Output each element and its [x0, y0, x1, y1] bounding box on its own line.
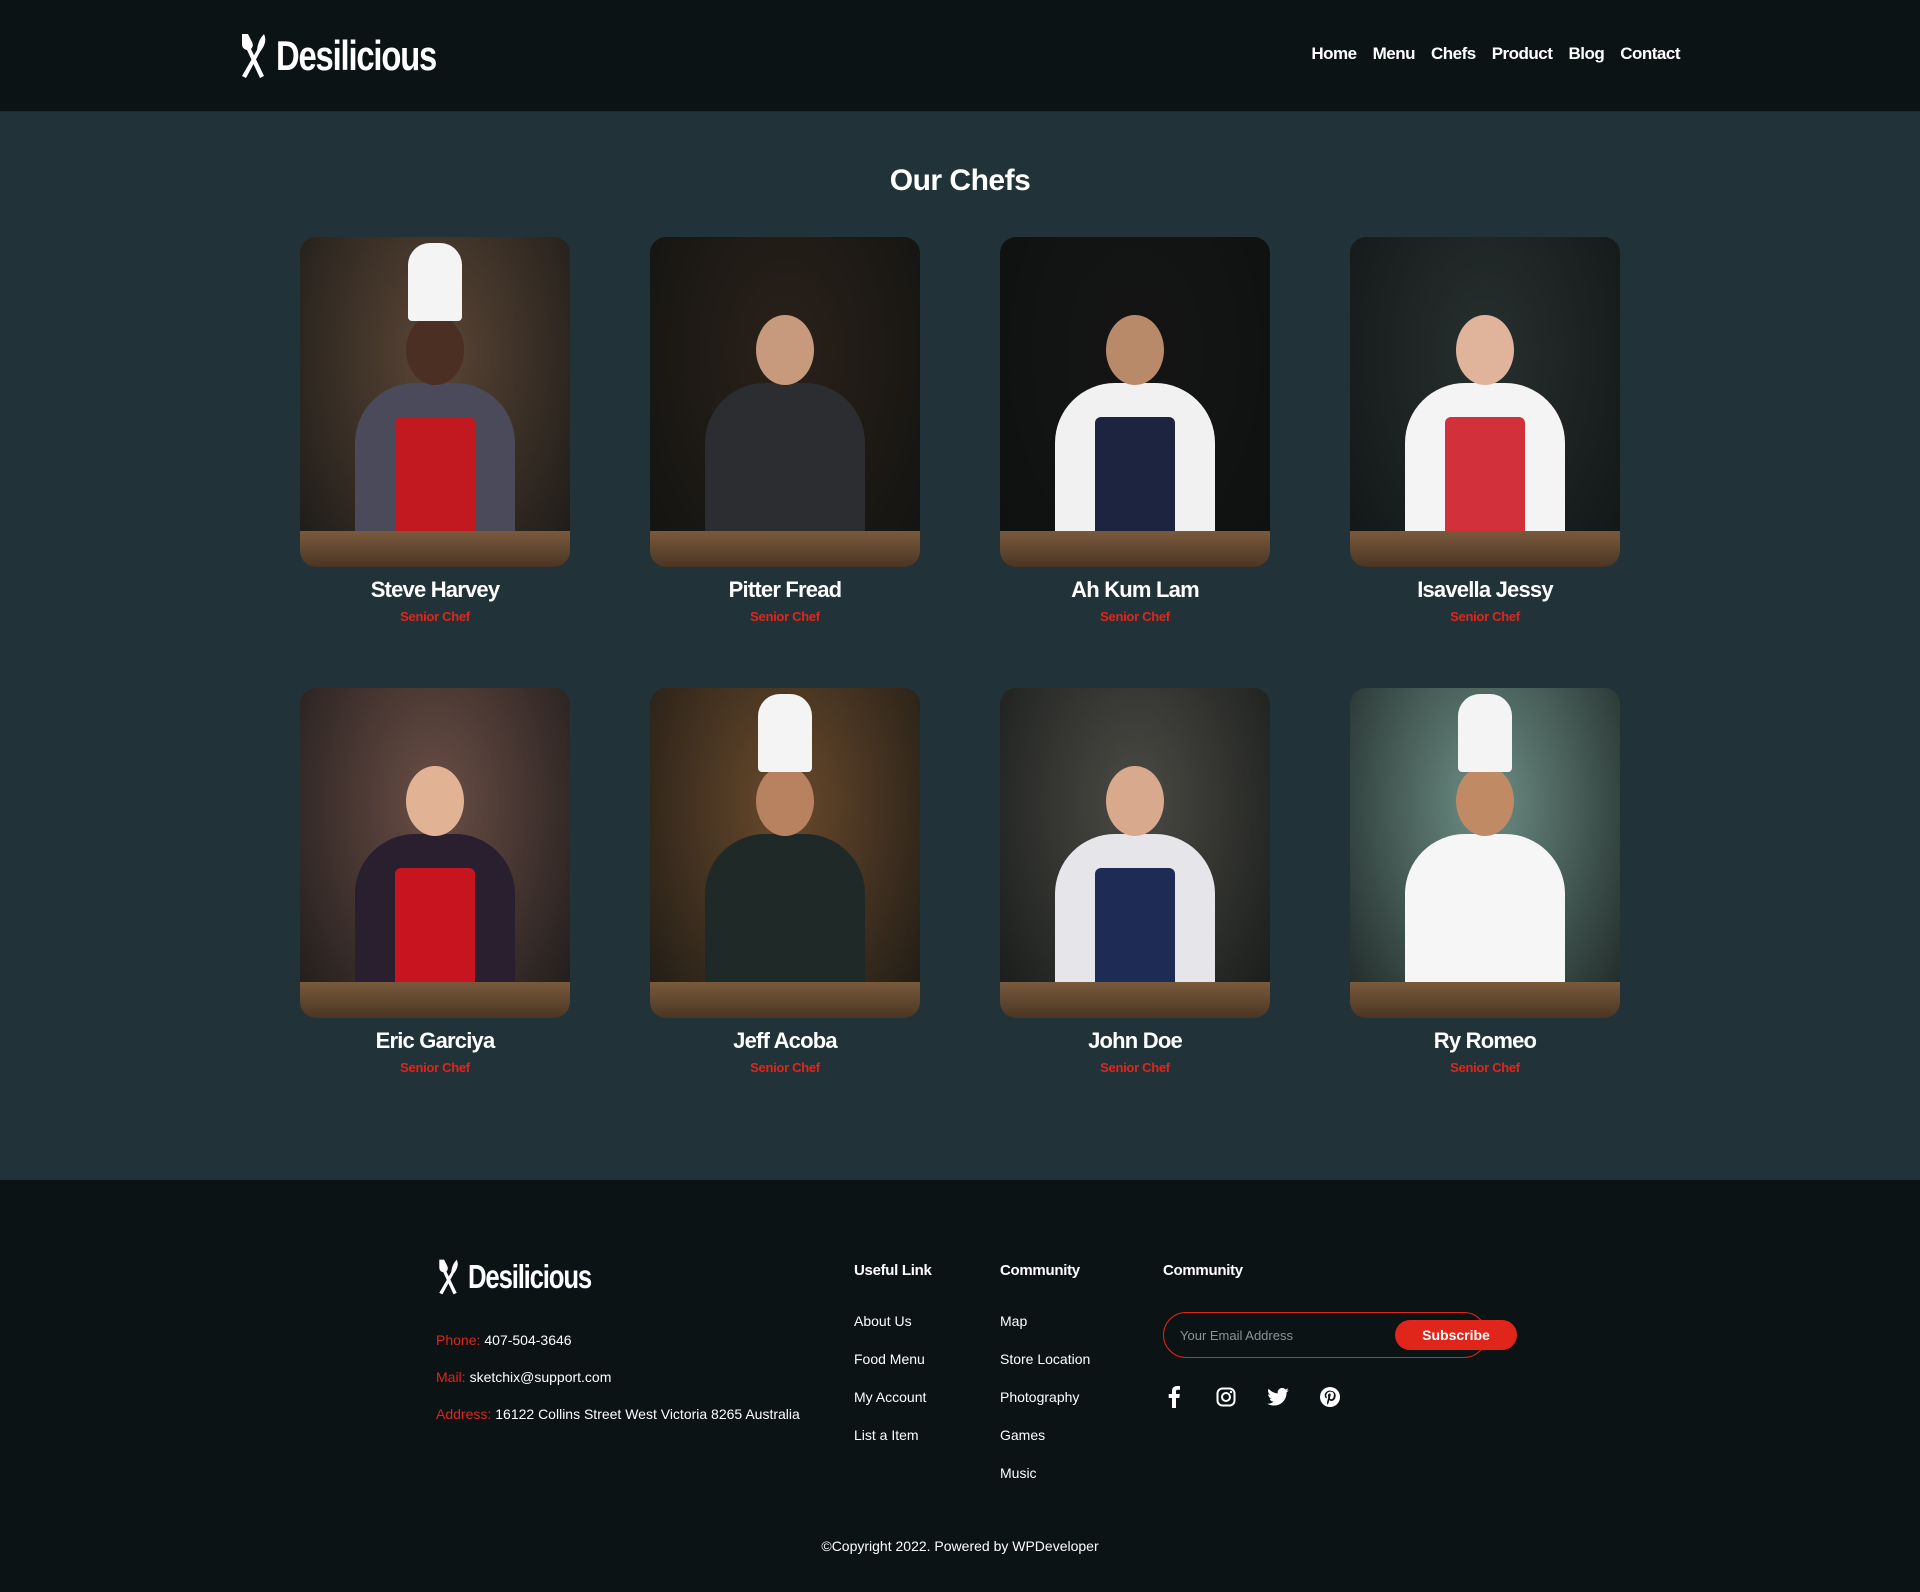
site-footer: Desilicious Phone: 407-504-3646 Mail: sket…: [0, 1180, 1920, 1592]
header-logo[interactable]: Desilicious: [238, 32, 481, 80]
chef-name: Ry Romeo: [1433, 1028, 1537, 1053]
brand-name: Desilicious: [276, 32, 437, 79]
social-links: [1163, 1386, 1341, 1408]
subscribe-button[interactable]: Subscribe: [1395, 1320, 1517, 1350]
fork-knife-icon: [242, 34, 266, 78]
community-links: Community Map Store Location Photography…: [1000, 1262, 1090, 1503]
chef-role: Senior Chef: [750, 1060, 820, 1075]
useful-links: Useful Link About Us Food Menu My Accoun…: [854, 1262, 932, 1465]
link-store-location[interactable]: Store Location: [1000, 1351, 1090, 1367]
section-title: Our Chefs: [889, 164, 1031, 197]
link-music[interactable]: Music: [1000, 1465, 1037, 1481]
chef-name: Pitter Fread: [728, 577, 842, 602]
nav-chefs[interactable]: Chefs: [1431, 44, 1476, 64]
contact-mail: Mail: sketchix@support.com: [436, 1369, 800, 1385]
footer-brand-name: Desilicious: [468, 1258, 592, 1295]
chef-role: Senior Chef: [1450, 1060, 1520, 1075]
chef-photo: [1000, 237, 1270, 567]
instagram-icon[interactable]: [1215, 1386, 1237, 1408]
address-value: 16122 Collins Street West Victoria 8265 …: [495, 1406, 800, 1422]
chef-photo: [650, 688, 920, 1018]
chef-name: John Doe: [1088, 1028, 1183, 1053]
link-photography[interactable]: Photography: [1000, 1389, 1079, 1405]
newsletter-title: Community: [1163, 1262, 1243, 1279]
chef-name: Eric Garciya: [375, 1028, 496, 1053]
link-my-account[interactable]: My Account: [854, 1389, 926, 1405]
chef-name: Isavella Jessy: [1417, 577, 1553, 602]
chef-name: Jeff Acoba: [733, 1028, 837, 1053]
link-map[interactable]: Map: [1000, 1313, 1027, 1329]
chef-photo: [650, 237, 920, 567]
mail-label: Mail:: [436, 1369, 466, 1385]
nav-menu[interactable]: Menu: [1373, 44, 1416, 64]
nav-blog[interactable]: Blog: [1568, 44, 1604, 64]
contact-address: Address: 16122 Collins Street West Victor…: [436, 1406, 800, 1422]
newsletter: Community Subscribe: [1163, 1262, 1517, 1408]
chef-photo: [1350, 237, 1620, 567]
link-about-us[interactable]: About Us: [854, 1313, 912, 1329]
chef-photo: [1000, 688, 1270, 1018]
site-header: Desilicious Home Menu Chefs Product Blog…: [0, 0, 1920, 112]
chef-card[interactable]: Pitter Fread Senior Chef: [650, 237, 920, 624]
useful-links-title: Useful Link: [854, 1262, 932, 1279]
chef-role: Senior Chef: [400, 1060, 470, 1075]
fork-knife-icon: [439, 1259, 458, 1295]
chef-card[interactable]: John Doe Senior Chef: [1000, 688, 1270, 1075]
main-nav: Home Menu Chefs Product Blog Contact: [1311, 44, 1680, 64]
chef-role: Senior Chef: [1100, 1060, 1170, 1075]
footer-contact: Phone: 407-504-3646 Mail: sketchix@support…: [436, 1332, 800, 1443]
chef-card[interactable]: Isavella Jessy Senior Chef: [1350, 237, 1620, 624]
link-list-item[interactable]: List a Item: [854, 1427, 919, 1443]
chef-role: Senior Chef: [400, 609, 470, 624]
footer-logo[interactable]: Desilicious: [436, 1258, 626, 1296]
nav-home[interactable]: Home: [1311, 44, 1357, 64]
chef-card[interactable]: Ah Kum Lam Senior Chef: [1000, 237, 1270, 624]
community-title: Community: [1000, 1262, 1080, 1279]
subscribe-form: Subscribe: [1163, 1312, 1517, 1358]
contact-phone: Phone: 407-504-3646: [436, 1332, 800, 1348]
chef-name: Ah Kum Lam: [1071, 577, 1199, 602]
chef-photo: [300, 237, 570, 567]
address-label: Address:: [436, 1406, 492, 1422]
mail-value: sketchix@support.com: [469, 1369, 612, 1385]
chef-name: Steve Harvey: [370, 577, 500, 602]
pinterest-icon[interactable]: [1319, 1386, 1341, 1408]
chef-role: Senior Chef: [1450, 609, 1520, 624]
chef-card[interactable]: Jeff Acoba Senior Chef: [650, 688, 920, 1075]
chef-card[interactable]: Eric Garciya Senior Chef: [300, 688, 570, 1075]
link-food-menu[interactable]: Food Menu: [854, 1351, 925, 1367]
phone-value: 407-504-3646: [484, 1332, 572, 1348]
chef-role: Senior Chef: [1100, 609, 1170, 624]
chef-card[interactable]: Ry Romeo Senior Chef: [1350, 688, 1620, 1075]
phone-label: Phone:: [436, 1332, 481, 1348]
link-games[interactable]: Games: [1000, 1427, 1045, 1443]
chef-role: Senior Chef: [750, 609, 820, 624]
chef-grid: Steve Harvey Senior Chef Pitter Fread Senio…: [300, 237, 1620, 1075]
nav-contact[interactable]: Contact: [1620, 44, 1680, 64]
nav-product[interactable]: Product: [1492, 44, 1553, 64]
copyright: ©Copyright 2022. Powered by WPDeveloper: [821, 1538, 1099, 1554]
chef-card[interactable]: Steve Harvey Senior Chef: [300, 237, 570, 624]
facebook-icon[interactable]: [1163, 1386, 1185, 1408]
chef-photo: [1350, 688, 1620, 1018]
twitter-icon[interactable]: [1267, 1386, 1289, 1408]
chef-photo: [300, 688, 570, 1018]
